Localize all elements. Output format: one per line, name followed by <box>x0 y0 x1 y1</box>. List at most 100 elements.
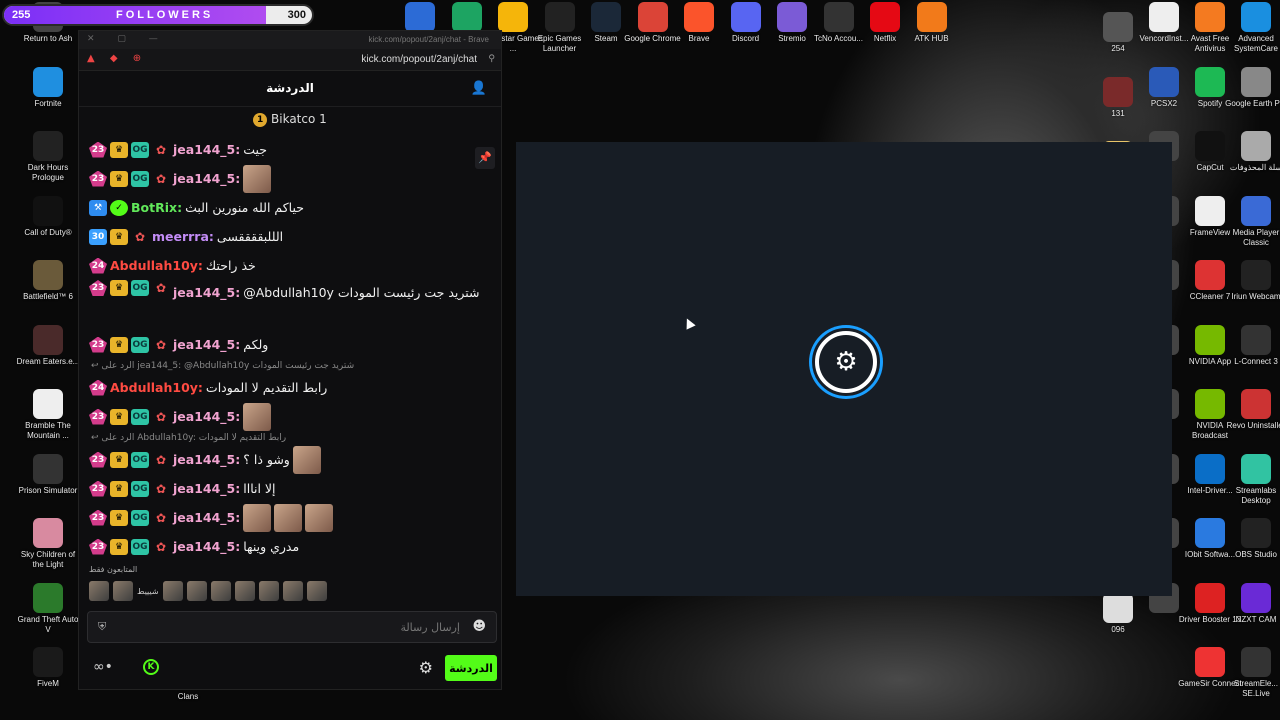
desktop-icon[interactable]: Revo Uninstaller <box>1224 389 1280 431</box>
desktop-icon[interactable]: Dream Eaters.e... <box>16 324 80 367</box>
shield-icon[interactable]: ⛨ <box>98 620 106 634</box>
sub23-badge-icon: 23 <box>89 480 107 497</box>
emote[interactable] <box>282 581 303 601</box>
followers-title: FOLLOWERS <box>116 9 214 21</box>
chat-message[interactable]: 23 ♛ OG ✿ jea144_5: <box>89 164 485 193</box>
emote[interactable] <box>113 581 133 601</box>
chat-username[interactable]: Abdullah10y: <box>110 253 203 279</box>
desktop-icon[interactable]: Sky Children of the Light <box>16 518 80 570</box>
desktop-icon[interactable]: L-Connect 3 <box>1224 324 1280 367</box>
gear-icon[interactable]: ⚙ <box>419 658 433 677</box>
infinity-icon[interactable]: ∞• <box>93 659 113 675</box>
chat-username[interactable]: jea144_5: <box>173 166 240 192</box>
desktop-icon[interactable]: ATK HUB <box>900 2 964 44</box>
chat-message[interactable]: 23 ♛ OG ✿ jea144_5: مدري وينها <box>89 532 485 555</box>
emote[interactable] <box>306 581 327 601</box>
steam-logo-icon: ⚙ <box>812 328 880 396</box>
chat-bottom-bar: ∞• K ⚙ الدردشة <box>87 653 497 683</box>
chat-message[interactable]: 23 ♛ OG ✿ jea144_5: ولكم <box>89 330 485 359</box>
desktop-icon[interactable]: Fortnite <box>16 66 80 109</box>
reply-preview[interactable]: ↩ الرد على Abdullah10y: رابط التقديم لا … <box>89 431 485 445</box>
desktop-icon[interactable]: Streamlabs Desktop <box>1224 453 1280 506</box>
tune-icon[interactable]: ⚲ <box>488 54 495 64</box>
desktop-icon-clans[interactable]: Clans <box>156 692 220 702</box>
desktop-icon[interactable]: Call of Duty® <box>16 195 80 238</box>
chat-message[interactable]: 23 ♛ OG ✿ jea144_5: <box>89 503 485 532</box>
desktop-icon-label: Dream Eaters.e... <box>16 356 80 366</box>
og-badge-icon: OG <box>131 538 149 555</box>
file-icon <box>33 389 63 419</box>
reply-preview[interactable]: ↩ الرد على jea144_5: @Abdullah10y شتريد … <box>89 359 485 373</box>
og-badge-icon: OG <box>131 509 149 526</box>
desktop-icon-label: StreamEle... SE.Live <box>1233 679 1278 698</box>
desktop-icon[interactable]: FiveM <box>16 647 80 689</box>
chat-username[interactable]: jea144_5: <box>173 280 240 306</box>
sub23-badge-icon: 23 <box>89 451 107 468</box>
emote[interactable] <box>89 581 109 601</box>
users-icon[interactable]: 👤 <box>471 81 487 96</box>
nvidia-icon <box>1195 324 1225 355</box>
chat-message[interactable]: 24 Abdullah10y: خذ راحتك <box>89 251 485 280</box>
chat-message[interactable]: 23 ♛ OG ✿ jea144_5: جيت <box>89 135 485 164</box>
chat-message[interactable]: 30 ♛ ✿ meerrra: الللبققققسى <box>89 222 485 251</box>
kick-icon[interactable]: K <box>143 659 159 675</box>
desktop-icon[interactable]: Battlefield™ 6 <box>16 260 80 302</box>
chat-message[interactable]: 24 Abdullah10y: رابط التقديم لا المودات <box>89 373 485 402</box>
intel-icon <box>1195 453 1225 484</box>
chat-message[interactable]: ⚒ ✓ BotRix: حياكم الله منورين البث <box>89 193 485 222</box>
desktop-icon[interactable]: Grand Theft Auto V <box>16 582 80 635</box>
desktop-icon-label: Grand Theft Auto V <box>17 614 79 634</box>
chat-username[interactable]: jea144_5: <box>173 476 240 502</box>
emoji-icon[interactable]: ☻ <box>472 619 486 634</box>
emote[interactable] <box>162 581 183 601</box>
desktop-icon[interactable]: Dark Hours Prologue <box>16 131 80 183</box>
chat-message-text: وشو ذا ؟ <box>243 451 290 467</box>
chat-username[interactable]: meerrra: <box>152 224 214 250</box>
emote-bar[interactable]: شيييط <box>89 581 327 601</box>
emote[interactable] <box>210 581 231 601</box>
chat-message[interactable]: 23 ♛ OG ✿ jea144_5: @Abdullah10y شتريد جت رئي… <box>89 280 485 330</box>
chat-message[interactable]: 23 ♛ OG ✿ jea144_5: إلا انااا <box>89 474 485 503</box>
send-button[interactable]: الدردشة <box>445 655 497 681</box>
desktop-icon-label: FiveM <box>37 679 59 688</box>
desktop-icon-label: Bramble The Mountain ... <box>25 421 71 440</box>
chat-message[interactable]: 23 ♛ OG ✿ jea144_5: وشو ذا ؟ <box>89 445 485 474</box>
crown-badge-icon: ♛ <box>110 228 128 245</box>
address-bar[interactable]: ▲ ◆ ⊕ kick.com/popout/2anj/chat ⚲ <box>79 49 501 71</box>
desktop-icon-label: Media Player Classic <box>1232 227 1280 247</box>
emote[interactable] <box>186 581 207 601</box>
brave-shield-icon[interactable]: ▲ ◆ ⊕ <box>87 53 147 64</box>
desktop-icon[interactable]: StreamEle... SE.Live <box>1224 647 1280 699</box>
desktop-icon[interactable]: Prison Simulator <box>16 453 80 496</box>
chat-username[interactable]: Abdullah10y: <box>110 375 203 401</box>
chat-username[interactable]: jea144_5: <box>173 447 240 473</box>
address-text[interactable]: kick.com/popout/2anj/chat <box>361 54 477 65</box>
chat-message[interactable]: 23 ♛ OG ✿ jea144_5: <box>89 402 485 431</box>
emote[interactable] <box>258 581 279 601</box>
chat-username[interactable]: jea144_5: <box>173 534 240 556</box>
desktop-icon[interactable]: Google Earth Pro <box>1224 66 1280 109</box>
window-controls[interactable]: ✕ ▢ — <box>87 34 168 44</box>
chat-input[interactable] <box>88 612 496 642</box>
systemcare-icon <box>1241 2 1271 32</box>
desktop-icon[interactable]: سلة المحذوفات <box>1224 131 1280 173</box>
desktop-icon[interactable]: NZXT CAM <box>1224 582 1280 625</box>
chat-username[interactable]: BotRix: <box>131 195 182 221</box>
browser-titlebar[interactable]: ✕ ▢ — kick.com/popout/2anj/chat - Brave <box>79 31 501 49</box>
desktop-icon[interactable]: Bramble The Mountain ... <box>16 389 80 441</box>
steam-splash-window: ⚙ <box>516 142 1172 596</box>
chat-input-box[interactable]: ⛨ ☻ <box>87 611 497 643</box>
webcam-icon <box>1241 260 1271 290</box>
gift-badge-icon: ✿ <box>155 337 167 352</box>
chat-username[interactable]: jea144_5: <box>173 332 240 358</box>
desktop-icon[interactable]: Advanced SystemCare <box>1224 2 1280 54</box>
desktop-icon[interactable]: Media Player Classic <box>1224 195 1280 248</box>
desktop-icon[interactable]: OBS Studio <box>1224 518 1280 560</box>
emote[interactable] <box>234 581 255 601</box>
emote-image <box>292 445 321 474</box>
desktop-icon[interactable]: Iriun Webcam <box>1224 260 1280 302</box>
chat-username[interactable]: jea144_5: <box>173 505 240 531</box>
chat-username[interactable]: jea144_5: <box>173 137 240 163</box>
chat-username[interactable]: jea144_5: <box>173 404 240 430</box>
top-supporter[interactable]: 1 Bikatco 1 <box>79 107 501 133</box>
